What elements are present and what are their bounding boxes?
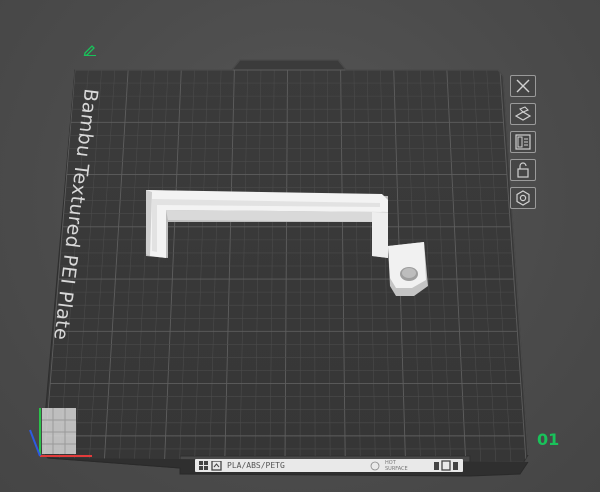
build-plate-view[interactable]: Bambu Textured PEI Plate bbox=[0, 0, 600, 492]
filament-compat-label: PLA/ABS/PETG bbox=[227, 461, 285, 470]
close-icon bbox=[516, 79, 530, 93]
recycle-icons bbox=[434, 460, 458, 471]
z-axis-line bbox=[29, 429, 41, 457]
auto-orient-button[interactable] bbox=[510, 103, 536, 125]
close-plate-button[interactable] bbox=[510, 75, 536, 97]
gear-icon bbox=[516, 190, 530, 206]
hot-surface-line2: SURFACE bbox=[385, 466, 408, 472]
lock-icon bbox=[517, 162, 529, 178]
bambu-logo-icon bbox=[199, 461, 222, 471]
orient-icon bbox=[514, 106, 532, 121]
plate-settings-button[interactable] bbox=[510, 187, 536, 209]
plate-label-strip: PLA/ABS/PETG HOT SURFACE bbox=[195, 459, 463, 472]
plate-index-label[interactable]: 01 bbox=[537, 430, 559, 449]
edit-plate-name-button[interactable] bbox=[83, 41, 97, 60]
hot-surface-label: HOT SURFACE bbox=[385, 459, 408, 472]
hot-surface-icon bbox=[370, 461, 380, 471]
arrange-button[interactable] bbox=[510, 131, 536, 153]
viewport-3d[interactable]: Bambu Textured PEI Plate PLA/ABS/PETG HO… bbox=[0, 0, 600, 492]
pen-icon bbox=[83, 45, 96, 57]
lock-plate-button[interactable] bbox=[510, 159, 536, 181]
arrange-icon bbox=[515, 134, 531, 150]
model-clip[interactable] bbox=[388, 242, 428, 296]
